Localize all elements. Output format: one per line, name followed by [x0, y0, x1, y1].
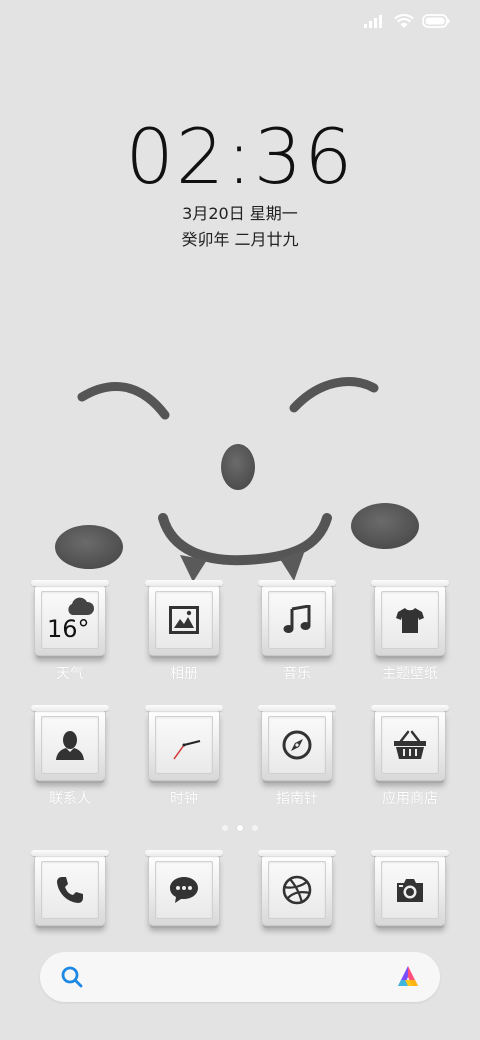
message-bubble-icon	[170, 877, 198, 903]
app-label: 天气	[56, 666, 84, 682]
app-contacts[interactable]: 联系人	[22, 705, 118, 808]
contact-person-icon	[56, 731, 84, 760]
music-note-icon	[283, 605, 311, 633]
app-label: 相册	[170, 666, 198, 682]
app-tile[interactable]	[258, 705, 336, 780]
app-store[interactable]: 应用商店	[362, 705, 458, 808]
app-clock[interactable]: 时钟	[136, 705, 232, 808]
page-indicator	[0, 825, 480, 831]
battery-icon	[422, 14, 450, 28]
clock-time[interactable]: 02:36	[0, 112, 480, 201]
app-tile[interactable]	[145, 705, 223, 780]
app-compass[interactable]: 指南针	[249, 705, 345, 808]
app-tile[interactable]	[258, 850, 336, 925]
app-weather[interactable]: 16° 天气	[22, 580, 118, 683]
app-tile[interactable]	[145, 850, 223, 925]
date-text[interactable]: 3月20日 星期一	[0, 200, 480, 224]
app-tile[interactable]	[371, 850, 449, 925]
app-music[interactable]: 音乐	[249, 580, 345, 683]
app-tile[interactable]	[258, 580, 336, 655]
search-bar[interactable]	[40, 952, 440, 1002]
signal-bars-icon	[364, 15, 382, 28]
assistant-icon[interactable]	[394, 964, 422, 990]
app-label: 联系人	[49, 791, 91, 807]
app-tile[interactable]	[371, 705, 449, 780]
app-gallery[interactable]: 相册	[136, 580, 232, 683]
page-dot[interactable]	[252, 825, 258, 831]
dock-camera[interactable]	[362, 850, 458, 925]
dock-messages[interactable]	[136, 850, 232, 925]
dribbble-ball-icon	[282, 875, 312, 905]
tshirt-icon	[396, 608, 424, 633]
app-label: 应用商店	[382, 791, 438, 807]
dock-phone[interactable]	[22, 850, 118, 925]
app-tile[interactable]	[371, 580, 449, 655]
compass-icon	[282, 730, 312, 760]
camera-icon	[397, 879, 423, 902]
wifi-icon	[394, 13, 414, 28]
status-bar	[364, 10, 450, 32]
app-label: 时钟	[170, 791, 198, 807]
app-tile[interactable]	[31, 705, 109, 780]
app-label: 主题壁纸	[382, 666, 438, 682]
app-label: 指南针	[276, 791, 318, 807]
page-dot[interactable]	[222, 825, 228, 831]
clock-hands-icon	[173, 740, 201, 760]
search-icon[interactable]	[60, 965, 84, 989]
gallery-icon	[169, 606, 199, 634]
phone-icon	[57, 877, 83, 903]
cloud-icon	[68, 597, 95, 615]
wallpaper-smiley-face	[55, 377, 419, 582]
dock-browser[interactable]	[249, 850, 345, 925]
app-themes[interactable]: 主题壁纸	[362, 580, 458, 683]
lunar-date-text: 癸卯年 二月廿九	[181, 230, 299, 249]
app-tile[interactable]	[31, 850, 109, 925]
app-tile[interactable]	[145, 580, 223, 655]
shopping-basket-icon	[394, 730, 426, 759]
app-label: 音乐	[283, 666, 311, 682]
weather-temperature: 16°	[47, 615, 90, 643]
page-dot-active[interactable]	[237, 825, 243, 831]
app-tile[interactable]: 16°	[31, 580, 109, 655]
